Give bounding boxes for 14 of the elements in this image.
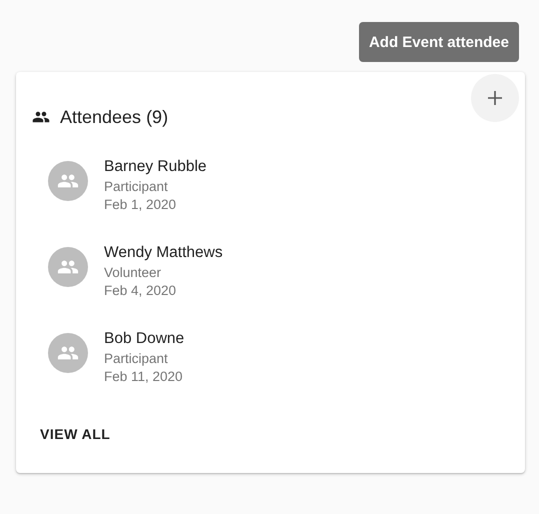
attendee-name: Bob Downe xyxy=(104,330,184,348)
attendee-date: Feb 11, 2020 xyxy=(104,369,184,384)
add-attendee-button[interactable]: Add Event attendee xyxy=(358,22,519,62)
attendee-role: Participant xyxy=(104,351,169,366)
plus-icon xyxy=(487,90,503,106)
attendee-name: Wendy Matthews xyxy=(104,244,223,262)
attendee-date: Feb 4, 2020 xyxy=(104,283,178,298)
card-title: Attendees (9) xyxy=(60,106,168,128)
attendee-date: Feb 1, 2020 xyxy=(104,197,178,212)
add-button[interactable] xyxy=(471,74,519,122)
attendee-role: Participant xyxy=(104,179,169,194)
attendee-role: Volunteer xyxy=(104,265,162,280)
attendee-name: Barney Rubble xyxy=(104,158,207,176)
view-all-link[interactable]: VIEW ALL xyxy=(40,426,110,442)
